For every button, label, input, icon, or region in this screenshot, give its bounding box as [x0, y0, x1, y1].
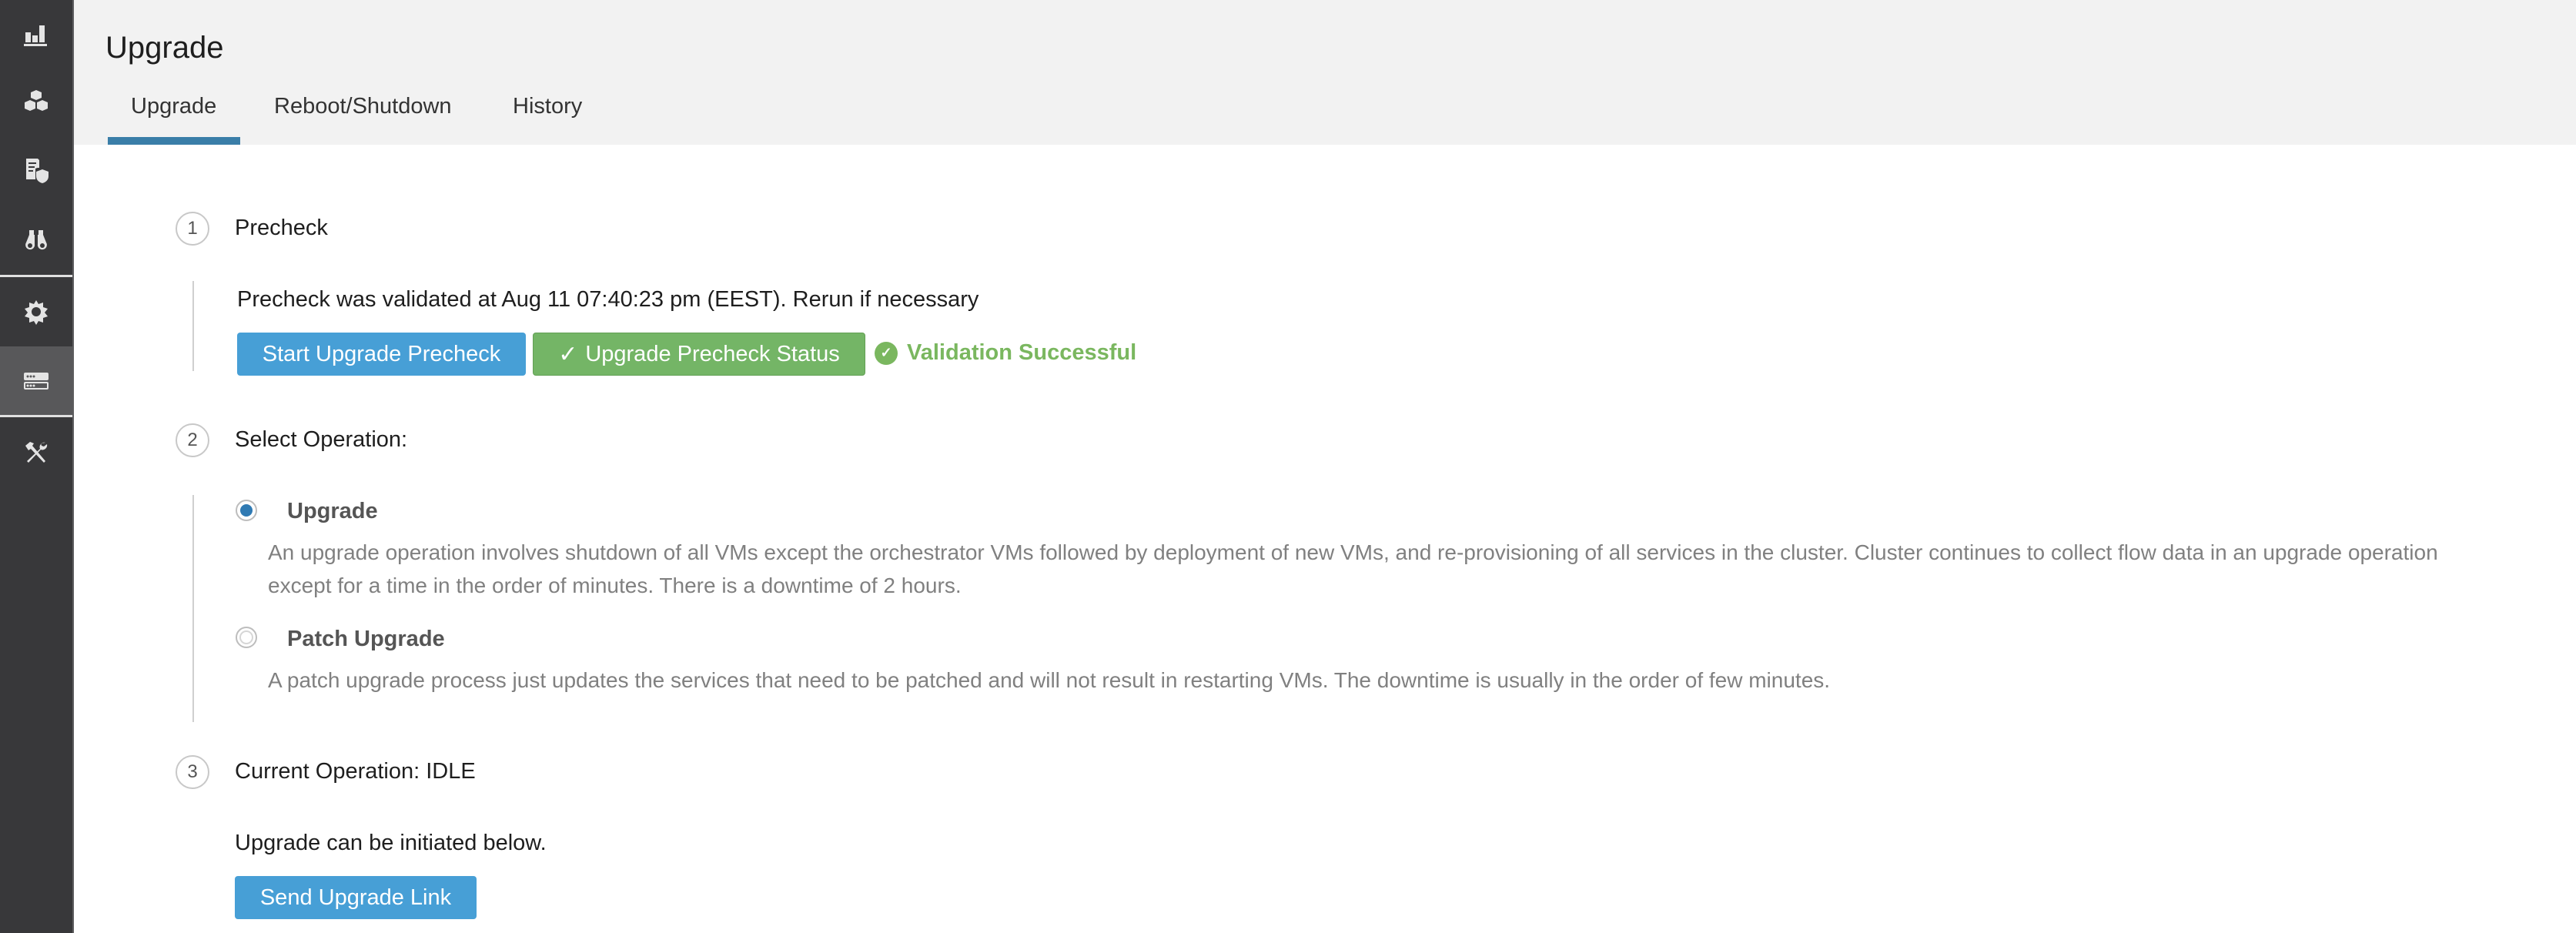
sidebar-item-dashboard[interactable]: [0, 0, 72, 69]
precheck-message: Precheck was validated at Aug 11 07:40:2…: [237, 287, 979, 312]
check-circle-icon: ✓: [875, 341, 898, 365]
upgrade-description-line-2: except for a time in the order of minute…: [268, 574, 962, 597]
upgrade-description-line-1: An upgrade operation involves shutdown o…: [268, 540, 2438, 564]
gear-icon: [25, 300, 48, 325]
validation-status: ✓ Validation Successful: [875, 340, 1136, 366]
upgrade-precheck-status-button[interactable]: ✓ Upgrade Precheck Status: [533, 333, 865, 376]
step-label-precheck: Precheck: [235, 216, 328, 240]
sidebar-item-settings[interactable]: [0, 277, 72, 346]
page-header: Upgrade Upgrade Reboot/Shutdown History: [74, 0, 2576, 145]
start-upgrade-precheck-button[interactable]: Start Upgrade Precheck: [237, 333, 526, 376]
step-connector: [192, 281, 194, 371]
tab-history[interactable]: History: [513, 94, 582, 119]
sidebar-item-applications[interactable]: [0, 66, 72, 135]
sidebar-item-maintenance[interactable]: [0, 417, 72, 487]
step-connector: [192, 495, 194, 722]
upgrade-panel: 1 Precheck Precheck was validated at Aug…: [106, 145, 2576, 933]
sidebar-item-cluster[interactable]: [0, 346, 72, 416]
step-number-1: 1: [176, 212, 209, 246]
active-tab-indicator: [108, 137, 240, 145]
upgrade-precheck-status-label: Upgrade Precheck Status: [585, 341, 840, 366]
checkmark-icon: ✓: [558, 341, 578, 367]
document-shield-icon: [26, 159, 49, 183]
radio-patch-upgrade[interactable]: [236, 627, 257, 648]
step-label-select-operation: Select Operation:: [235, 427, 408, 452]
step-number-2: 2: [176, 423, 209, 457]
binoculars-icon: [25, 230, 47, 250]
upgrade-initiation-message: Upgrade can be initiated below.: [235, 831, 547, 855]
step-number-3: 3: [176, 755, 209, 789]
radio-upgrade[interactable]: [236, 500, 257, 521]
cubes-icon: [25, 90, 48, 111]
sidebar-item-investigate[interactable]: [0, 205, 72, 274]
sidebar-item-policies[interactable]: [0, 135, 72, 205]
sidebar: [0, 0, 74, 933]
bar-chart-icon: [24, 25, 47, 46]
tab-reboot-shutdown[interactable]: Reboot/Shutdown: [274, 94, 452, 119]
servers-icon: [24, 373, 49, 390]
page-title: Upgrade: [105, 31, 224, 65]
radio-label-upgrade[interactable]: Upgrade: [287, 499, 378, 524]
step-label-current-operation: Current Operation: IDLE: [235, 759, 476, 784]
patch-upgrade-description: A patch upgrade process just updates the…: [268, 668, 1831, 692]
send-upgrade-link-button[interactable]: Send Upgrade Link: [235, 876, 477, 919]
radio-label-patch-upgrade[interactable]: Patch Upgrade: [287, 627, 445, 652]
tools-icon: [25, 442, 48, 463]
validation-status-text: Validation Successful: [907, 340, 1137, 365]
tab-upgrade[interactable]: Upgrade: [131, 94, 216, 119]
